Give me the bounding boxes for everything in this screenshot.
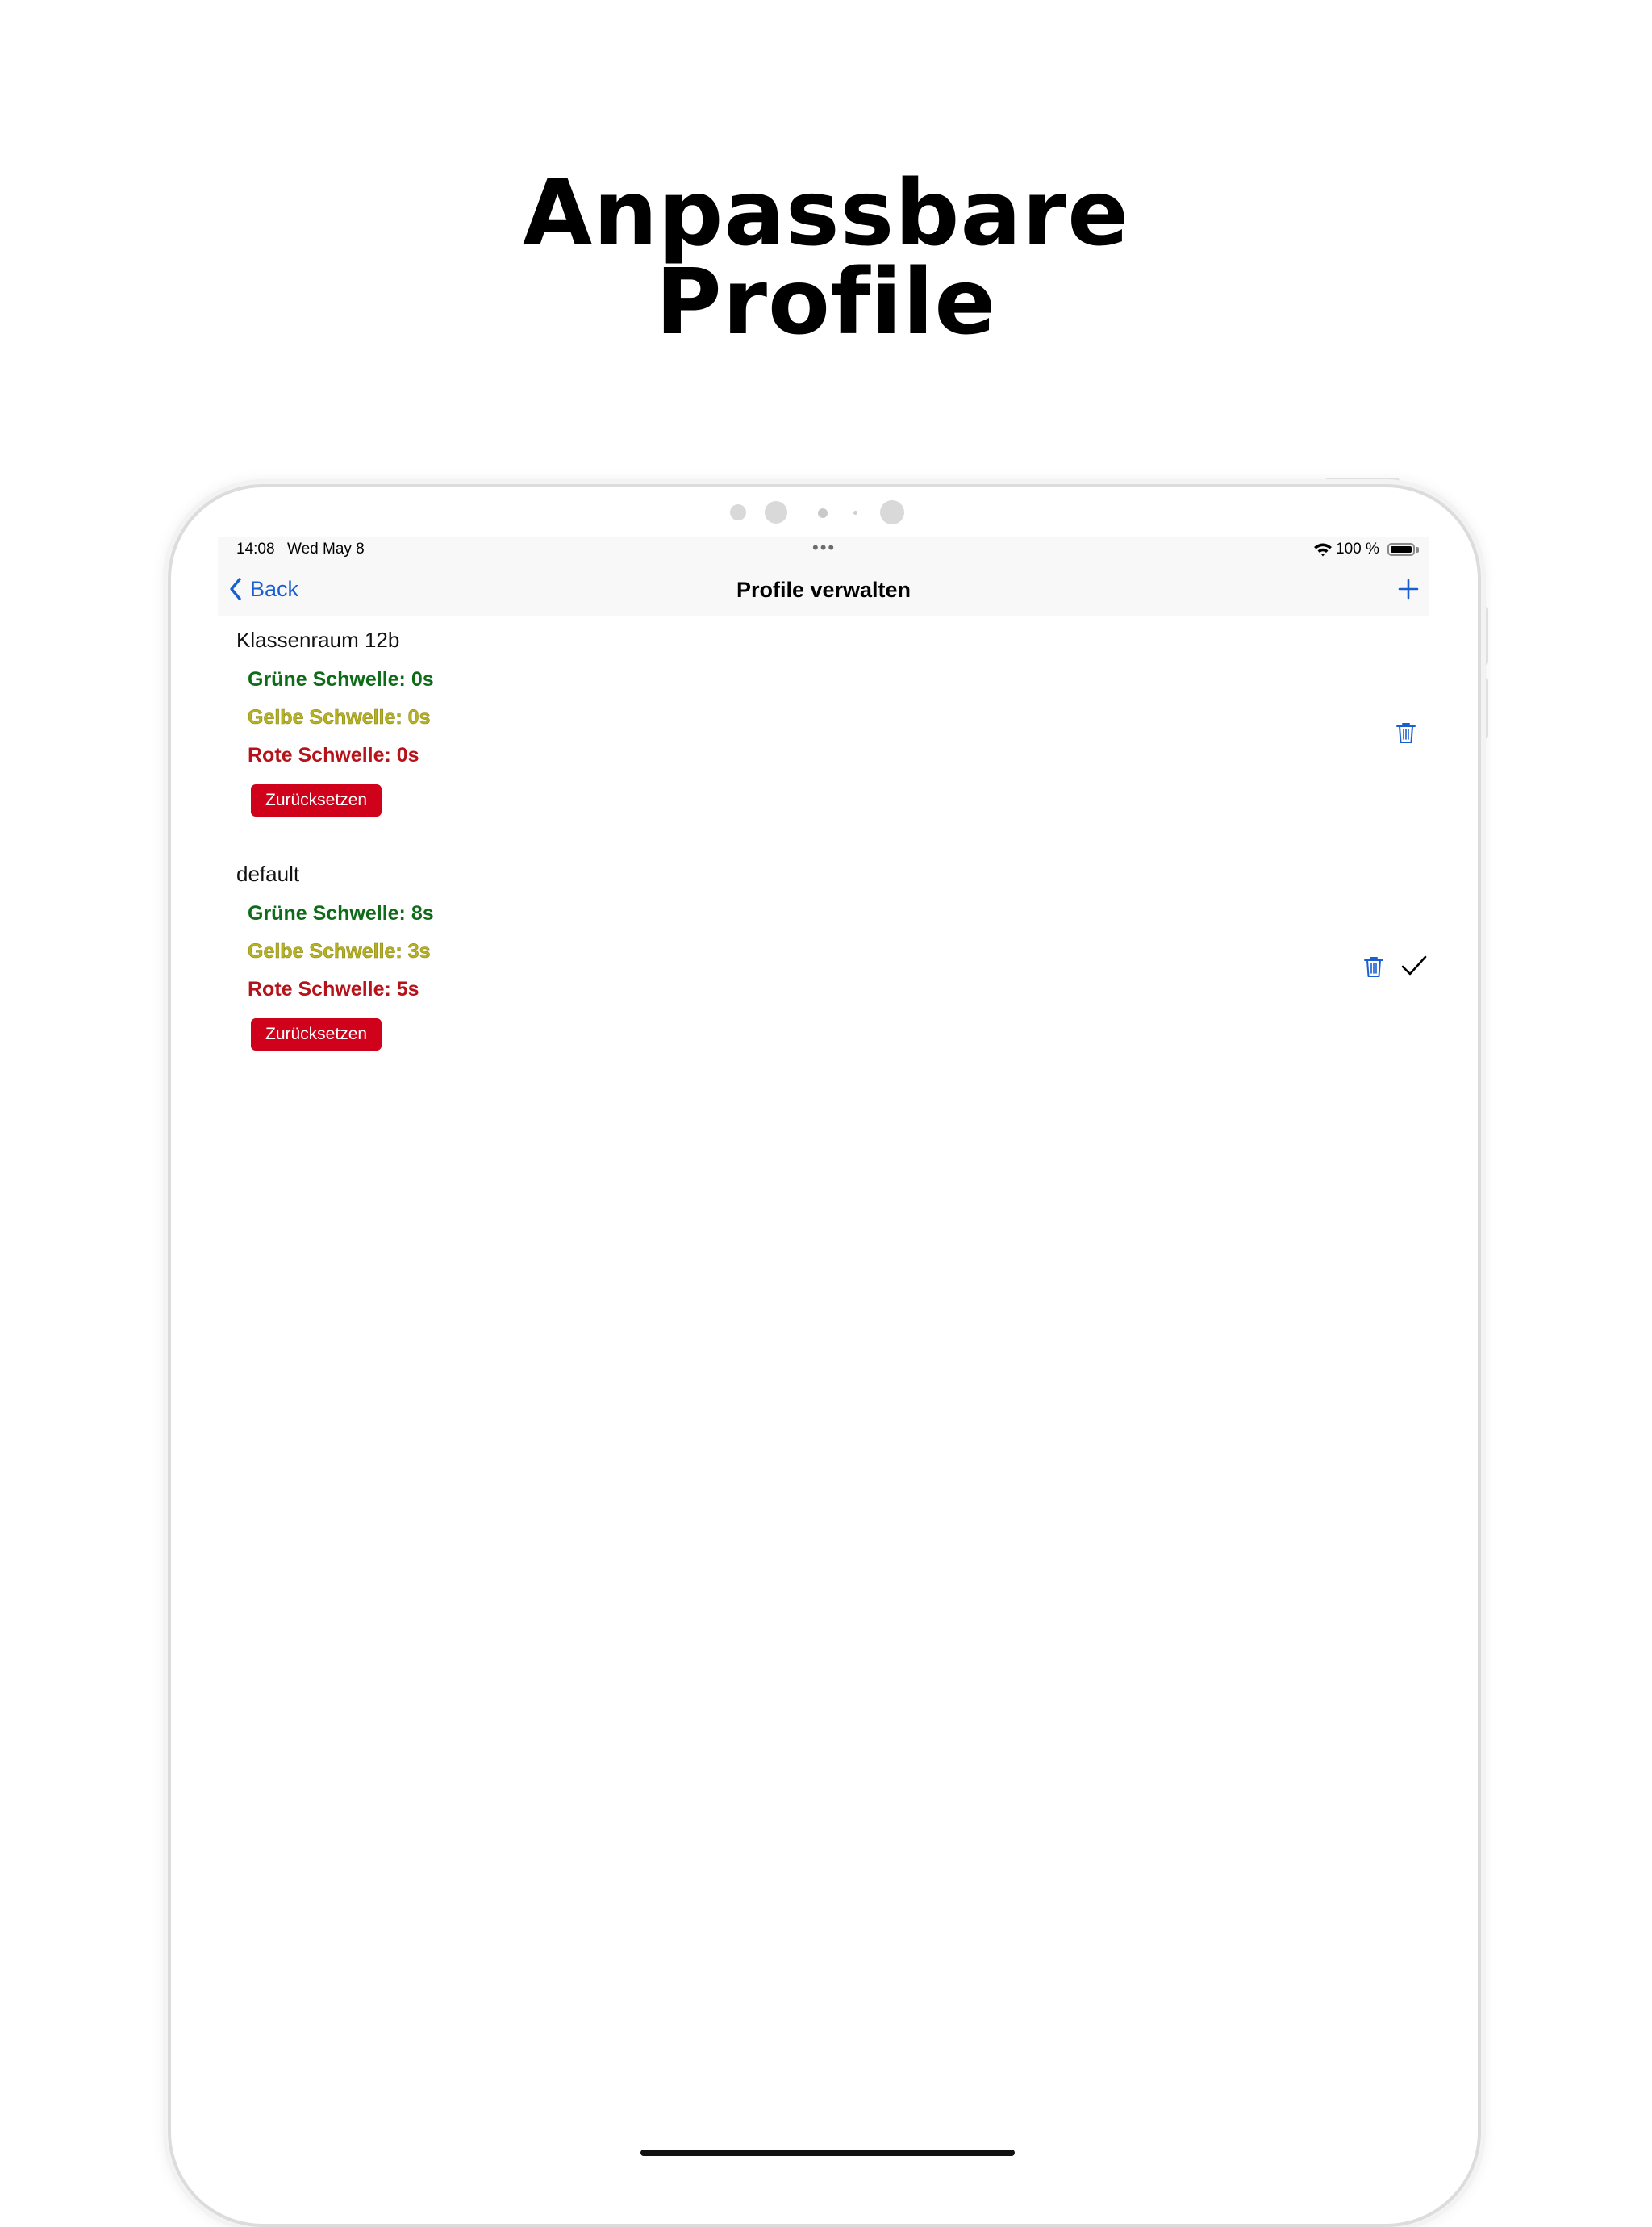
battery-icon bbox=[1387, 543, 1415, 556]
green-threshold-label: Grüne Schwelle: 0s bbox=[248, 668, 434, 691]
profile-name: Klassenraum 12b bbox=[236, 628, 400, 652]
headline-line-1: Anpassbare bbox=[522, 161, 1130, 266]
profile-row[interactable]: Klassenraum 12b Grüne Schwelle: 0s Gelbe… bbox=[236, 616, 1429, 850]
yellow-threshold-label: Gelbe Schwelle: 0s bbox=[248, 706, 431, 729]
reset-button[interactable]: Zurücksetzen bbox=[251, 1018, 382, 1051]
status-bar: 14:08 Wed May 8 ••• 100 % bbox=[218, 537, 1429, 563]
page-title: Profile verwalten bbox=[736, 578, 912, 602]
headline: Anpassbare Profile bbox=[0, 161, 1652, 355]
yellow-threshold-label: Gelbe Schwelle: 3s bbox=[248, 940, 431, 963]
reset-button[interactable]: Zurücksetzen bbox=[251, 784, 382, 817]
profile-row[interactable]: default Grüne Schwelle: 8s Gelbe Schwell… bbox=[236, 850, 1429, 1084]
red-threshold-label: Rote Schwelle: 0s bbox=[248, 744, 419, 767]
camera-sensor bbox=[765, 501, 787, 524]
device-volume-down-button bbox=[1482, 678, 1488, 739]
app-screen: 14:08 Wed May 8 ••• 100 % Back Profile v… bbox=[218, 537, 1429, 2204]
back-button-label: Back bbox=[250, 576, 299, 601]
navigation-bar: Back Profile verwalten bbox=[218, 563, 1429, 616]
profile-name: default bbox=[236, 862, 300, 886]
status-date: Wed May 8 bbox=[287, 541, 365, 558]
trash-icon[interactable] bbox=[1395, 721, 1416, 744]
wifi-icon bbox=[1314, 543, 1332, 557]
plus-icon[interactable] bbox=[1395, 576, 1421, 602]
device-top-button bbox=[1325, 478, 1400, 484]
green-threshold-label: Grüne Schwelle: 8s bbox=[248, 902, 434, 925]
camera-sensor bbox=[853, 511, 857, 515]
chevron-left-icon bbox=[230, 578, 241, 600]
red-threshold-label: Rote Schwelle: 5s bbox=[248, 978, 419, 1001]
camera-lens bbox=[818, 508, 828, 518]
status-time: 14:08 bbox=[236, 541, 275, 558]
camera-sensor bbox=[730, 504, 746, 520]
battery-percentage: 100 % bbox=[1336, 541, 1379, 558]
home-indicator[interactable] bbox=[640, 2150, 1015, 2156]
headline-line-2: Profile bbox=[655, 250, 997, 355]
trash-icon[interactable] bbox=[1363, 955, 1384, 978]
multitasking-dots-icon[interactable]: ••• bbox=[812, 539, 836, 557]
back-button[interactable]: Back bbox=[227, 573, 298, 605]
device-volume-up-button bbox=[1482, 607, 1488, 665]
camera-sensor bbox=[880, 500, 904, 524]
checkmark-icon bbox=[1401, 955, 1427, 976]
battery-cap bbox=[1416, 547, 1419, 553]
